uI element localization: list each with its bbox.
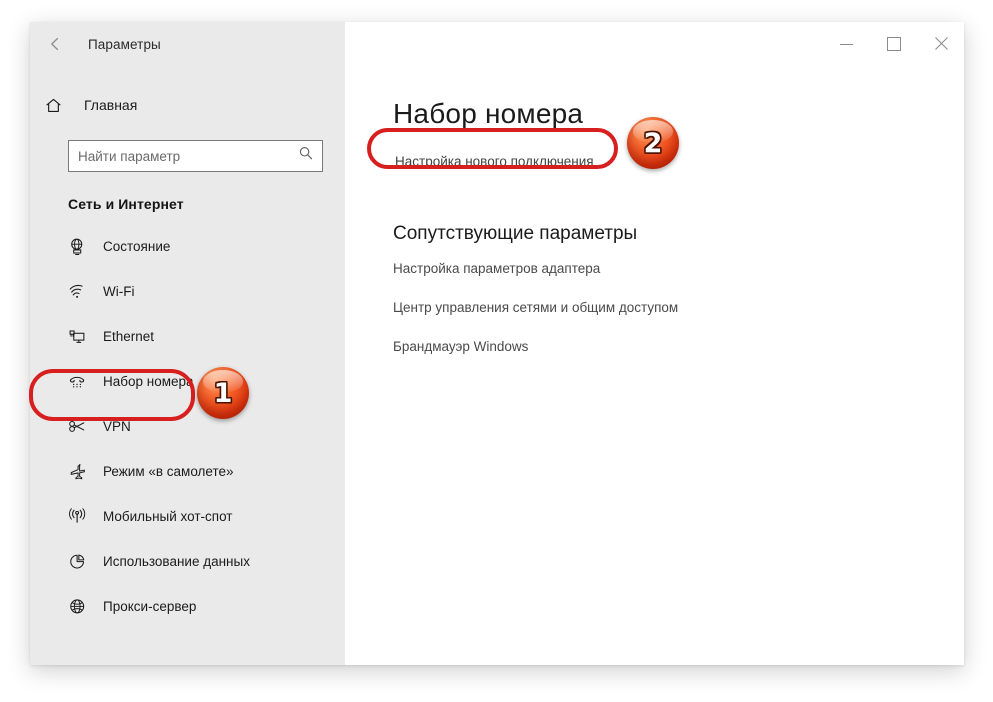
page-title: Набор номера — [393, 98, 584, 129]
related-link-adapter-settings[interactable]: Настройка параметров адаптера — [393, 261, 964, 276]
annotation-badge-1: 1 — [197, 367, 249, 419]
vpn-icon — [68, 417, 98, 436]
minimize-icon — [840, 43, 853, 45]
sidebar-item-ethernet-label: Ethernet — [103, 329, 155, 344]
search-input-placeholder: Найти параметр — [78, 148, 181, 164]
related-settings-title: Сопутствующие параметры — [393, 223, 638, 244]
maximize-button[interactable] — [870, 22, 917, 66]
sidebar-item-mobile-hotspot-label: Мобильный хот-спот — [103, 509, 233, 524]
data-usage-pie-icon — [68, 552, 98, 571]
annotation-badge-2-number: 2 — [643, 127, 663, 159]
related-link-windows-firewall[interactable]: Брандмауэр Windows — [393, 339, 964, 354]
ethernet-icon — [68, 327, 98, 346]
proxy-globe-icon — [68, 597, 98, 616]
sidebar-item-ethernet[interactable]: Ethernet — [30, 314, 345, 359]
sidebar: Главная Найти параметр Сеть и Интернет С… — [30, 66, 345, 665]
back-button[interactable] — [34, 26, 78, 62]
sidebar-item-proxy-label: Прокси-сервер — [103, 599, 197, 614]
screenshot-root: Параметры Главная Найти параметр Сеть и … — [0, 0, 993, 702]
sidebar-item-proxy[interactable]: Прокси-сервер — [30, 584, 345, 629]
sidebar-item-airplane-mode-label: Режим «в самолете» — [103, 464, 234, 479]
sidebar-section-title: Сеть и Интернет — [68, 196, 184, 212]
back-arrow-icon — [51, 37, 59, 51]
sidebar-item-wifi-label: Wi-Fi — [103, 284, 135, 299]
titlebar: Параметры — [30, 22, 964, 66]
sidebar-item-status-label: Состояние — [103, 239, 171, 254]
minimize-button[interactable] — [823, 22, 870, 66]
related-settings-list: Настройка параметров адаптера Центр упра… — [345, 261, 964, 354]
related-link-network-sharing-center[interactable]: Центр управления сетями и общим доступом — [393, 300, 964, 315]
close-button[interactable] — [917, 22, 964, 66]
sidebar-item-home-label: Главная — [84, 97, 138, 113]
hotspot-icon — [68, 507, 98, 526]
dialup-phone-icon — [68, 372, 98, 391]
annotation-badge-1-number: 1 — [213, 377, 233, 409]
sidebar-item-vpn-label: VPN — [103, 419, 131, 434]
home-icon — [44, 96, 78, 115]
sidebar-item-wifi[interactable]: Wi-Fi — [30, 269, 345, 314]
sidebar-item-dialup-label: Набор номера — [103, 374, 194, 389]
wifi-icon — [68, 282, 98, 301]
sidebar-item-status[interactable]: Состояние — [30, 224, 345, 269]
settings-window: Параметры Главная Найти параметр Сеть и … — [30, 22, 964, 665]
sidebar-item-home[interactable]: Главная — [30, 86, 345, 124]
annotation-badge-2: 2 — [627, 117, 679, 169]
titlebar-left-region: Параметры — [30, 22, 345, 66]
status-globe-icon — [68, 237, 98, 256]
sidebar-item-dialup[interactable]: Набор номера — [30, 359, 345, 404]
sidebar-nav-list: Состояние Wi-Fi Ethernet Набор номера VP… — [30, 224, 345, 629]
sidebar-item-airplane-mode[interactable]: Режим «в самолете» — [30, 449, 345, 494]
sidebar-item-data-usage[interactable]: Использование данных — [30, 539, 345, 584]
app-title: Параметры — [88, 36, 161, 52]
airplane-icon — [68, 462, 98, 481]
sidebar-item-mobile-hotspot[interactable]: Мобильный хот-спот — [30, 494, 345, 539]
sidebar-item-vpn[interactable]: VPN — [30, 404, 345, 449]
sidebar-item-data-usage-label: Использование данных — [103, 554, 250, 569]
search-icon — [298, 146, 314, 167]
search-input[interactable]: Найти параметр — [68, 140, 323, 172]
close-icon — [934, 37, 948, 51]
maximize-icon — [886, 37, 901, 51]
setup-new-connection-link[interactable]: Настройка нового подключения — [395, 154, 594, 169]
window-controls — [823, 22, 964, 66]
